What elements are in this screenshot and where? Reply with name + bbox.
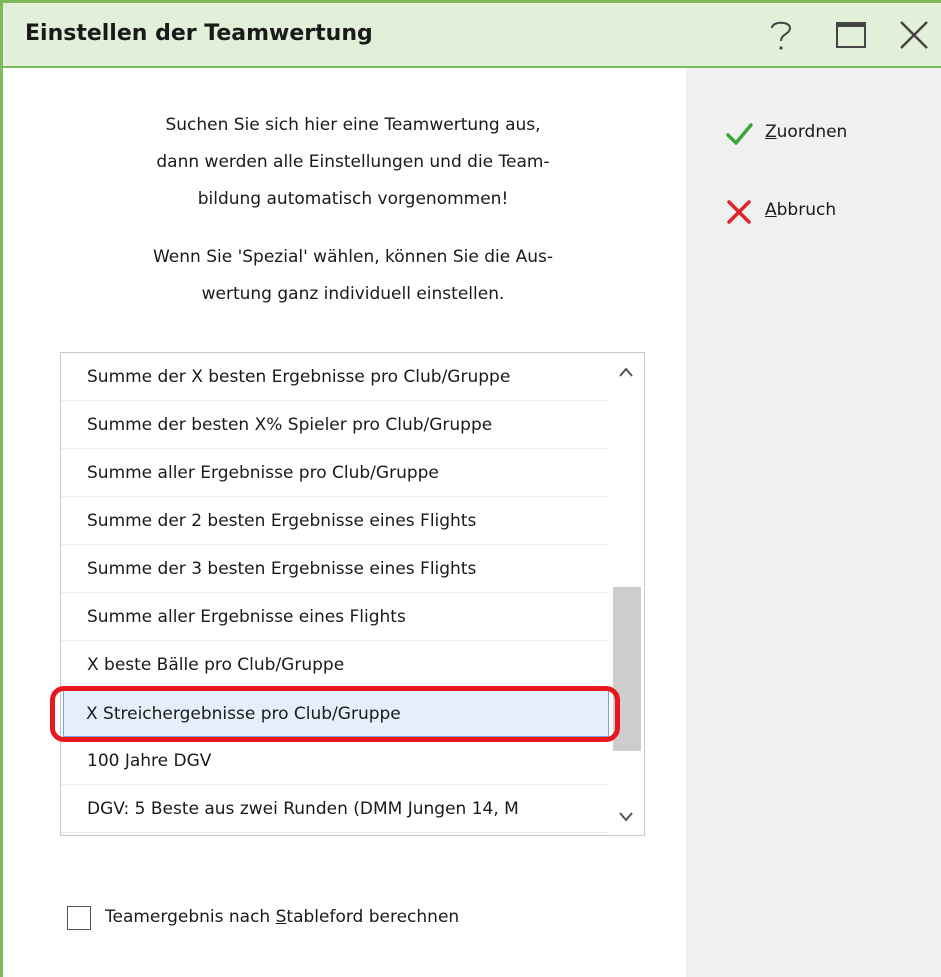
intro-line: bildung automatisch vorgenommen! — [197, 189, 509, 209]
list-item[interactable]: Summe der besten X% Spieler pro Club/Gru… — [61, 401, 609, 449]
label-text: Teamergebnis nach — [105, 907, 276, 927]
list-item-selected[interactable]: X Streichergebnisse pro Club/Gruppe — [63, 689, 609, 737]
list-item[interactable]: Summe der 3 besten Ergebnisse eines Flig… — [61, 545, 609, 593]
maximize-icon — [836, 22, 866, 48]
intro-paragraph-1: Suchen Sie sich hier eine Teamwertung au… — [63, 107, 643, 218]
help-button[interactable] — [761, 15, 801, 55]
intro-line: dann werden alle Einstellungen und die T… — [156, 152, 550, 172]
intro-paragraph-2: Wenn Sie 'Spezial' wählen, können Sie di… — [63, 239, 643, 313]
list-item[interactable]: Summe der X besten Ergebnisse pro Club/G… — [61, 353, 609, 401]
main-content: Suchen Sie sich hier eine Teamwertung au… — [3, 68, 686, 977]
label-text: tableford berechnen — [286, 907, 460, 927]
close-button[interactable] — [894, 15, 934, 55]
stableford-checkbox[interactable] — [67, 906, 91, 930]
stableford-checkbox-label: Teamergebnis nach Stableford berechnen — [105, 907, 459, 927]
list-items: Summe der X besten Ergebnisse pro Club/G… — [61, 353, 609, 833]
label-text: bbruch — [776, 200, 837, 220]
list-item[interactable]: Summe aller Ergebnisse eines Flights — [61, 593, 609, 641]
list-item[interactable]: DGV: 5 Beste aus zwei Runden (DMM Jungen… — [61, 785, 609, 833]
scroll-thumb[interactable] — [613, 587, 641, 751]
maximize-button[interactable] — [831, 15, 871, 55]
intro-line: Suchen Sie sich hier eine Teamwertung au… — [165, 115, 541, 135]
list-item[interactable]: X beste Bälle pro Club/Gruppe — [61, 641, 609, 689]
list-item[interactable]: Summe aller Ergebnisse pro Club/Gruppe — [61, 449, 609, 497]
cancel-button-label: Abbruch — [765, 200, 836, 220]
cross-icon — [727, 200, 751, 224]
accelerator-key: Z — [765, 122, 777, 142]
scroll-down-button[interactable] — [609, 801, 644, 831]
chevron-down-icon — [619, 812, 633, 822]
list-item[interactable]: Summe der 2 besten Ergebnisse eines Flig… — [61, 497, 609, 545]
intro-line: wertung ganz individuell einstellen. — [201, 284, 505, 304]
title-bar: Einstellen der Teamwertung — [3, 0, 941, 68]
accelerator-key: A — [765, 200, 777, 220]
list-item[interactable]: 100 Jahre DGV — [61, 737, 609, 785]
list-scrollbar[interactable] — [609, 353, 644, 835]
checkmark-icon — [726, 123, 753, 145]
chevron-up-icon — [619, 367, 633, 377]
close-icon — [900, 21, 928, 49]
scroll-up-button[interactable] — [609, 357, 644, 387]
team-scoring-list[interactable]: Summe der X besten Ergebnisse pro Club/G… — [60, 352, 645, 836]
label-text: uordnen — [776, 122, 848, 142]
window-title: Einstellen der Teamwertung — [25, 21, 373, 46]
accelerator-key: S — [275, 907, 287, 927]
dialog-window: Einstellen der Teamwertung Suchen Sie si… — [0, 0, 941, 977]
intro-line: Wenn Sie 'Spezial' wählen, können Sie di… — [152, 247, 553, 267]
help-icon — [771, 21, 792, 50]
assign-button-label: Zuordnen — [765, 122, 847, 142]
